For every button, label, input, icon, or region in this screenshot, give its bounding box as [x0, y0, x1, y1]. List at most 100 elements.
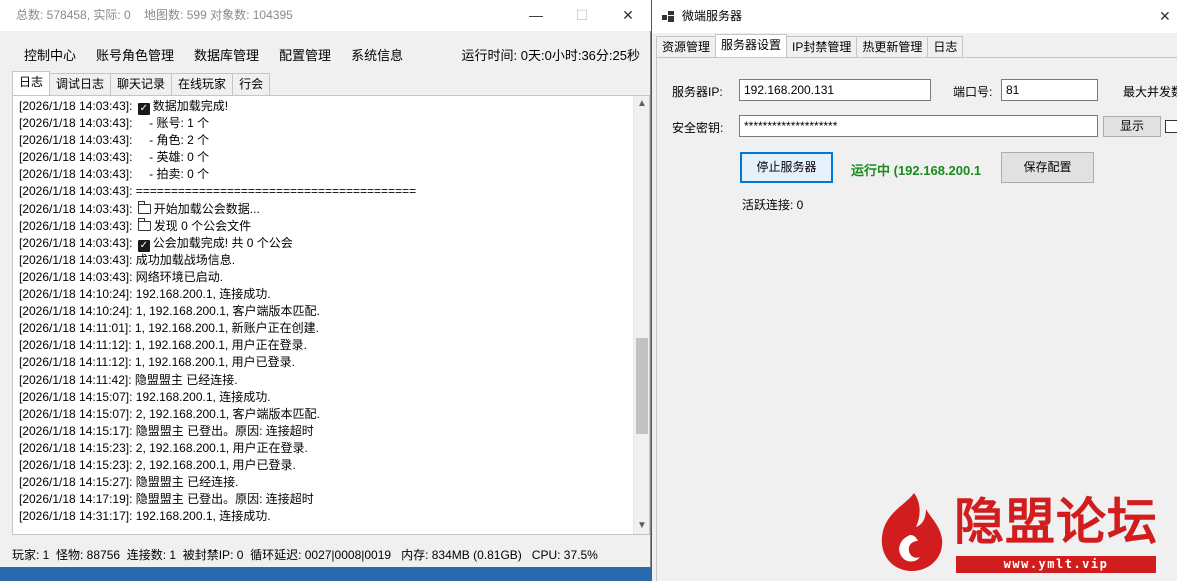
show-secret-button[interactable]: 显示: [1103, 116, 1161, 137]
log-line: [2026/1/18 14:15:17]: 隐盟盟主 已登出。原因: 连接超时: [19, 423, 633, 440]
log-line: [2026/1/18 14:03:43]: - 账号: 1 个: [19, 115, 633, 132]
maximize-button[interactable]: ☐: [559, 0, 605, 31]
log-message: - 角色: 2 个: [135, 133, 210, 148]
log-message: - 账号: 1 个: [135, 116, 210, 131]
window-titlebar[interactable]: 微端服务器 ✕: [652, 0, 1177, 33]
log-timestamp: [2026/1/18 14:15:07]:: [19, 389, 133, 404]
menu-database[interactable]: 数据库管理: [184, 44, 269, 68]
log-message: 数据加载完成!: [152, 99, 229, 113]
log-timestamp: [2026/1/18 14:15:27]:: [19, 475, 133, 490]
log-line: [2026/1/18 14:31:17]: 192.168.200.1, 连接成…: [19, 508, 633, 525]
scroll-up-icon[interactable]: ▲: [634, 96, 650, 112]
log-timestamp: [2026/1/18 14:11:12]:: [19, 338, 132, 353]
log-message: 1, 192.168.200.1, 用户已登录.: [134, 355, 295, 370]
tab-debug-log[interactable]: 调试日志: [49, 73, 112, 95]
log-line: [2026/1/18 14:11:12]: 1, 192.168.200.1, …: [19, 337, 633, 354]
log-line: [2026/1/18 14:03:43]: ✓ 公会加载完成! 共 0 个公会: [19, 235, 633, 252]
log-message: 隐盟盟主 已经连接.: [134, 372, 238, 387]
secret-key-label: 安全密钥:: [672, 121, 724, 135]
log-timestamp: [2026/1/18 14:17:19]:: [19, 492, 133, 507]
log-timestamp: [2026/1/18 14:11:12]:: [19, 355, 132, 370]
log-scrollbar[interactable]: ▲ ▼: [633, 96, 649, 534]
menu-control-center[interactable]: 控制中心: [0, 44, 86, 68]
close-button[interactable]: ✕: [1159, 0, 1177, 33]
log-line: [2026/1/18 14:03:43]: 开始加载公会数据...: [19, 200, 633, 218]
log-message: - 拍卖: 0 个: [135, 167, 210, 182]
log-line: [2026/1/18 14:15:23]: 2, 192.168.200.1, …: [19, 440, 633, 457]
checkmark-icon: ✓: [137, 239, 150, 252]
stop-server-button[interactable]: 停止服务器: [740, 152, 833, 183]
tab-chat-log[interactable]: 聊天记录: [110, 73, 173, 95]
log-list: [2026/1/18 14:03:43]: ✓ 数据加载完成! [2026/1/18…: [19, 98, 633, 525]
log-timestamp: [2026/1/18 14:15:07]:: [19, 406, 133, 421]
log-message: 2, 192.168.200.1, 用户正在登录.: [135, 440, 308, 455]
server-ip-input[interactable]: [739, 79, 931, 101]
save-config-button[interactable]: 保存配置: [1001, 152, 1094, 183]
scroll-thumb[interactable]: [636, 338, 648, 434]
log-line: [2026/1/18 14:17:19]: 隐盟盟主 已登出。原因: 连接超时: [19, 491, 633, 508]
log-message: 1, 192.168.200.1, 用户正在登录.: [134, 338, 307, 353]
log-message: 192.168.200.1, 连接成功.: [135, 509, 271, 524]
log-message: 隐盟盟主 已经连接.: [135, 475, 239, 490]
log-message: - 英雄: 0 个: [135, 150, 210, 165]
port-label: 端口号:: [953, 85, 993, 99]
secret-key-input[interactable]: [739, 115, 1098, 137]
folder-icon: [137, 200, 151, 214]
menu-system-info[interactable]: 系统信息: [341, 44, 413, 68]
log-timestamp: [2026/1/18 14:03:43]:: [19, 167, 133, 182]
log-line: [2026/1/18 14:03:43]: 成功加载战场信息.: [19, 252, 633, 269]
log-tabs: 日志 调试日志 聊天记录 在线玩家 行会: [12, 71, 271, 95]
port-input[interactable]: [1001, 79, 1098, 101]
log-line: [2026/1/18 14:03:43]: 网络环境已启动.: [19, 269, 633, 286]
log-timestamp: [2026/1/18 14:03:43]:: [19, 133, 133, 148]
show-secret-checkbox[interactable]: [1165, 120, 1177, 133]
scroll-down-icon[interactable]: ▼: [634, 518, 650, 534]
close-button[interactable]: ✕: [605, 0, 651, 31]
tab-log[interactable]: 日志: [12, 71, 51, 95]
tab-guild[interactable]: 行会: [232, 73, 271, 95]
log-message: 1, 192.168.200.1, 客户端版本匹配.: [135, 304, 320, 319]
log-timestamp: [2026/1/18 14:03:43]:: [19, 235, 133, 250]
watermark-brand: 隐盟论坛: [954, 492, 1158, 551]
log-line: [2026/1/18 14:10:24]: 192.168.200.1, 连接成…: [19, 286, 633, 303]
log-timestamp: [2026/1/18 14:15:23]:: [19, 457, 133, 472]
tab-resource-manage[interactable]: 资源管理: [656, 36, 717, 57]
tab-server-settings[interactable]: 服务器设置: [715, 34, 788, 57]
log-timestamp: [2026/1/18 14:11:42]:: [19, 372, 132, 387]
tab-online-players[interactable]: 在线玩家: [171, 73, 234, 95]
main-server-window: 总数: 578458, 实际: 0 地图数: 599 对象数: 104395 —…: [0, 0, 651, 581]
log-line: [2026/1/18 14:03:43]: ==================…: [19, 183, 633, 200]
log-message: 成功加载战场信息.: [135, 252, 236, 267]
log-timestamp: [2026/1/18 14:10:24]:: [19, 287, 133, 302]
log-timestamp: [2026/1/18 14:11:01]:: [19, 321, 132, 336]
checkmark-icon: ✓: [137, 103, 150, 115]
log-line: [2026/1/18 14:03:43]: - 英雄: 0 个: [19, 149, 633, 166]
minimize-button[interactable]: —: [513, 0, 559, 31]
log-line: [2026/1/18 14:15:07]: 2, 192.168.200.1, …: [19, 406, 633, 423]
log-line: [2026/1/18 14:11:42]: 隐盟盟主 已经连接.: [19, 372, 633, 389]
running-status: 运行中 (192.168.200.1: [851, 163, 982, 178]
log-line: [2026/1/18 14:15:23]: 2, 192.168.200.1, …: [19, 457, 633, 474]
log-message: 网络环境已启动.: [135, 269, 224, 284]
log-line: [2026/1/18 14:11:12]: 1, 192.168.200.1, …: [19, 354, 633, 371]
menu-account-role[interactable]: 账号角色管理: [86, 44, 184, 68]
log-timestamp: [2026/1/18 14:03:43]:: [19, 184, 133, 199]
log-timestamp: [2026/1/18 14:31:17]:: [19, 509, 133, 524]
tab-ip-ban[interactable]: IP封禁管理: [786, 36, 858, 57]
log-timestamp: [2026/1/18 14:10:24]:: [19, 304, 133, 319]
log-message: 1, 192.168.200.1, 新账户正在创建.: [134, 321, 319, 336]
menu-config[interactable]: 配置管理: [269, 44, 341, 68]
watermark-url: www.ymlt.vip: [956, 556, 1156, 573]
log-message: 开始加载公会数据...: [153, 201, 260, 216]
active-connections-label: 活跃连接: 0: [742, 198, 804, 212]
tab-hot-update[interactable]: 热更新管理: [856, 36, 929, 57]
window-titlebar[interactable]: 总数: 578458, 实际: 0 地图数: 599 对象数: 104395 —…: [0, 0, 651, 31]
log-line: [2026/1/18 14:11:01]: 1, 192.168.200.1, …: [19, 320, 633, 337]
log-panel: [2026/1/18 14:03:43]: ✓ 数据加载完成! [2026/1/18…: [12, 95, 650, 535]
log-message: ========================================: [135, 184, 417, 199]
tab-log[interactable]: 日志: [927, 36, 964, 57]
log-message: 隐盟盟主 已登出。原因: 连接超时: [135, 492, 314, 507]
log-line: [2026/1/18 14:03:43]: ✓ 数据加载完成!: [19, 98, 633, 115]
log-timestamp: [2026/1/18 14:03:43]:: [19, 99, 133, 113]
log-textbox[interactable]: [2026/1/18 14:03:43]: ✓ 数据加载完成! [2026/1/18…: [19, 98, 633, 532]
